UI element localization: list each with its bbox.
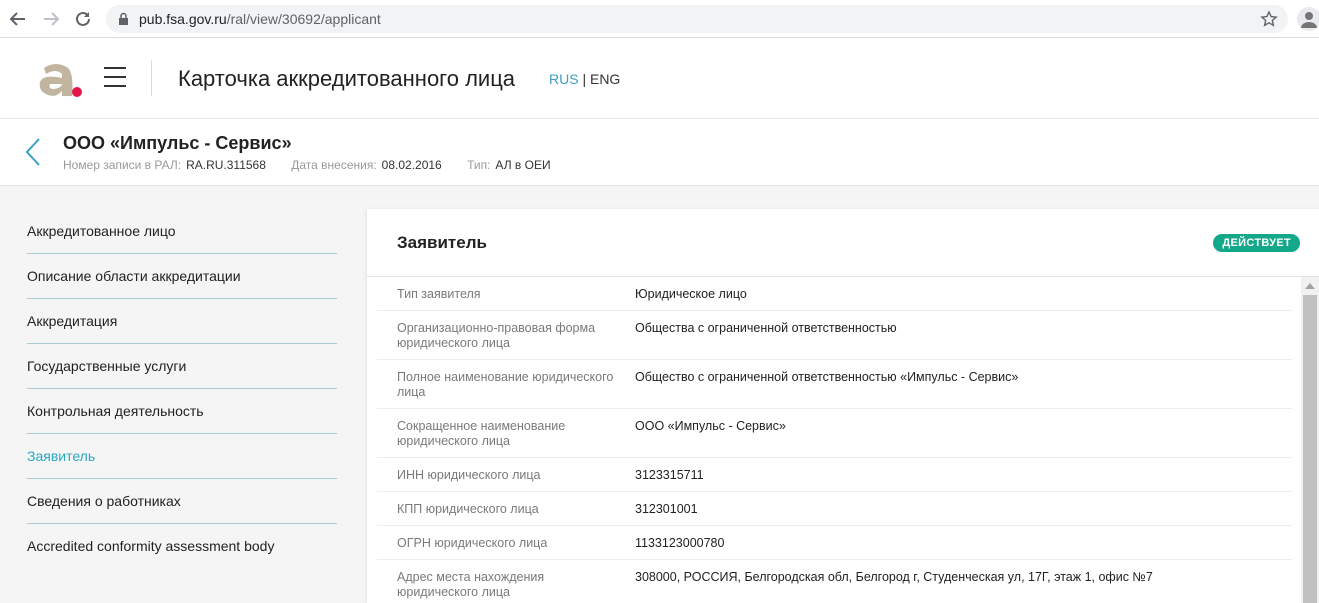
row-label: Тип заявителя bbox=[397, 287, 481, 301]
row-label: Адрес места нахождения юридического лица bbox=[397, 570, 545, 599]
row-label: ОГРН юридического лица bbox=[397, 536, 548, 550]
row-label: ИНН юридического лица bbox=[397, 468, 541, 482]
entity-name: ООО «Импульс - Сервис» bbox=[63, 133, 292, 153]
applicant-card: Заявитель ДЕЙСТВУЕТ Тип заявителя Юридич… bbox=[367, 209, 1319, 603]
row-value: ООО «Импульс - Сервис» bbox=[635, 419, 786, 433]
address-bar[interactable]: pub.fsa.gov.ru/ral/view/30692/applicant bbox=[106, 5, 1288, 33]
sidebar-item-accreditation[interactable]: Аккредитация bbox=[27, 299, 337, 344]
row-value: Общество с ограниченной ответственностью… bbox=[635, 370, 1019, 384]
card-title: Заявитель bbox=[397, 233, 487, 252]
record-value: RA.RU.311568 bbox=[186, 158, 266, 172]
browser-toolbar: pub.fsa.gov.ru/ral/view/30692/applicant bbox=[0, 0, 1319, 38]
site-header: Карточка аккредитованного лица RUS | ENG bbox=[0, 38, 1319, 119]
sidebar-nav: Аккредитованное лицо Описание области ак… bbox=[27, 209, 337, 569]
row-value: 1133123000780 bbox=[635, 536, 725, 550]
card-header: Заявитель ДЕЙСТВУЕТ bbox=[367, 209, 1319, 277]
language-switcher: RUS | ENG bbox=[549, 71, 620, 87]
row-value: Общества с ограниченной ответственностью bbox=[635, 321, 897, 335]
scroll-up-arrow-icon[interactable] bbox=[1305, 283, 1315, 289]
row-value: Юридическое лицо bbox=[635, 287, 747, 301]
card-scrollbar[interactable] bbox=[1301, 277, 1319, 603]
type-value: АЛ в ОЕИ bbox=[495, 158, 551, 172]
lang-ru-link[interactable]: RUS bbox=[549, 71, 579, 87]
fsa-logo-icon[interactable] bbox=[36, 58, 86, 100]
table-row: КПП юридического лица 312301001 bbox=[377, 492, 1292, 526]
lang-separator: | bbox=[578, 71, 590, 87]
status-badge: ДЕЙСТВУЕТ bbox=[1213, 234, 1300, 252]
table-row: ОГРН юридического лица 1133123000780 bbox=[377, 526, 1292, 560]
row-label: КПП юридического лица bbox=[397, 502, 539, 516]
sidebar-item-employees[interactable]: Сведения о работниках bbox=[27, 479, 337, 524]
back-arrow-icon[interactable] bbox=[6, 7, 30, 31]
table-row: Сокращенное наименование юридического ли… bbox=[377, 409, 1292, 458]
sidebar-item-applicant[interactable]: Заявитель bbox=[27, 434, 337, 479]
back-chevron-icon[interactable] bbox=[22, 135, 44, 169]
entity-meta: Номер записи в РАЛ: RA.RU.311568 Дата вне… bbox=[63, 158, 573, 172]
menu-hamburger-icon[interactable] bbox=[104, 67, 128, 87]
table-row: Тип заявителя Юридическое лицо bbox=[377, 277, 1292, 311]
date-label: Дата внесения: bbox=[291, 158, 377, 172]
row-label: Полное наименование юридического лица bbox=[397, 370, 614, 399]
url-text: pub.fsa.gov.ru/ral/view/30692/applicant bbox=[139, 11, 381, 27]
profile-avatar-icon[interactable] bbox=[1297, 7, 1319, 31]
row-value: 3123315711 bbox=[635, 468, 704, 482]
details-table: Тип заявителя Юридическое лицо Организац… bbox=[377, 277, 1292, 602]
row-value: 312301001 bbox=[635, 502, 698, 516]
row-value: 308000, РОССИЯ, Белгородская обл, Белгор… bbox=[635, 570, 1153, 584]
table-row: ИНН юридического лица 3123315711 bbox=[377, 458, 1292, 492]
sidebar-item-conformity-body[interactable]: Accredited conformity assessment body bbox=[27, 524, 337, 569]
forward-arrow-icon[interactable] bbox=[39, 7, 63, 31]
row-label: Сокращенное наименование юридического ли… bbox=[397, 419, 566, 448]
sidebar-item-accredited-person[interactable]: Аккредитованное лицо bbox=[27, 209, 337, 254]
date-value: 08.02.2016 bbox=[381, 158, 442, 172]
table-row: Организационно-правовая форма юридическо… bbox=[377, 311, 1292, 360]
type-label: Тип: bbox=[467, 158, 491, 172]
header-divider bbox=[151, 60, 152, 96]
bookmark-star-icon[interactable] bbox=[1260, 10, 1278, 28]
record-label: Номер записи в РАЛ: bbox=[63, 158, 182, 172]
table-row: Полное наименование юридического лица Об… bbox=[377, 360, 1292, 409]
row-label: Организационно-правовая форма юридическо… bbox=[397, 321, 596, 350]
scroll-thumb[interactable] bbox=[1303, 295, 1317, 603]
lock-icon bbox=[119, 12, 128, 25]
entity-header: ООО «Импульс - Сервис» Номер записи в РА… bbox=[0, 119, 1319, 186]
table-row: Адрес места нахождения юридического лица… bbox=[377, 560, 1292, 602]
reload-icon[interactable] bbox=[71, 7, 95, 31]
lang-en-link[interactable]: ENG bbox=[590, 71, 620, 87]
page-title: Карточка аккредитованного лица bbox=[178, 66, 516, 91]
sidebar-item-scope-description[interactable]: Описание области аккредитации bbox=[27, 254, 337, 299]
sidebar-item-state-services[interactable]: Государственные услуги bbox=[27, 344, 337, 389]
sidebar-item-control-activity[interactable]: Контрольная деятельность bbox=[27, 389, 337, 434]
